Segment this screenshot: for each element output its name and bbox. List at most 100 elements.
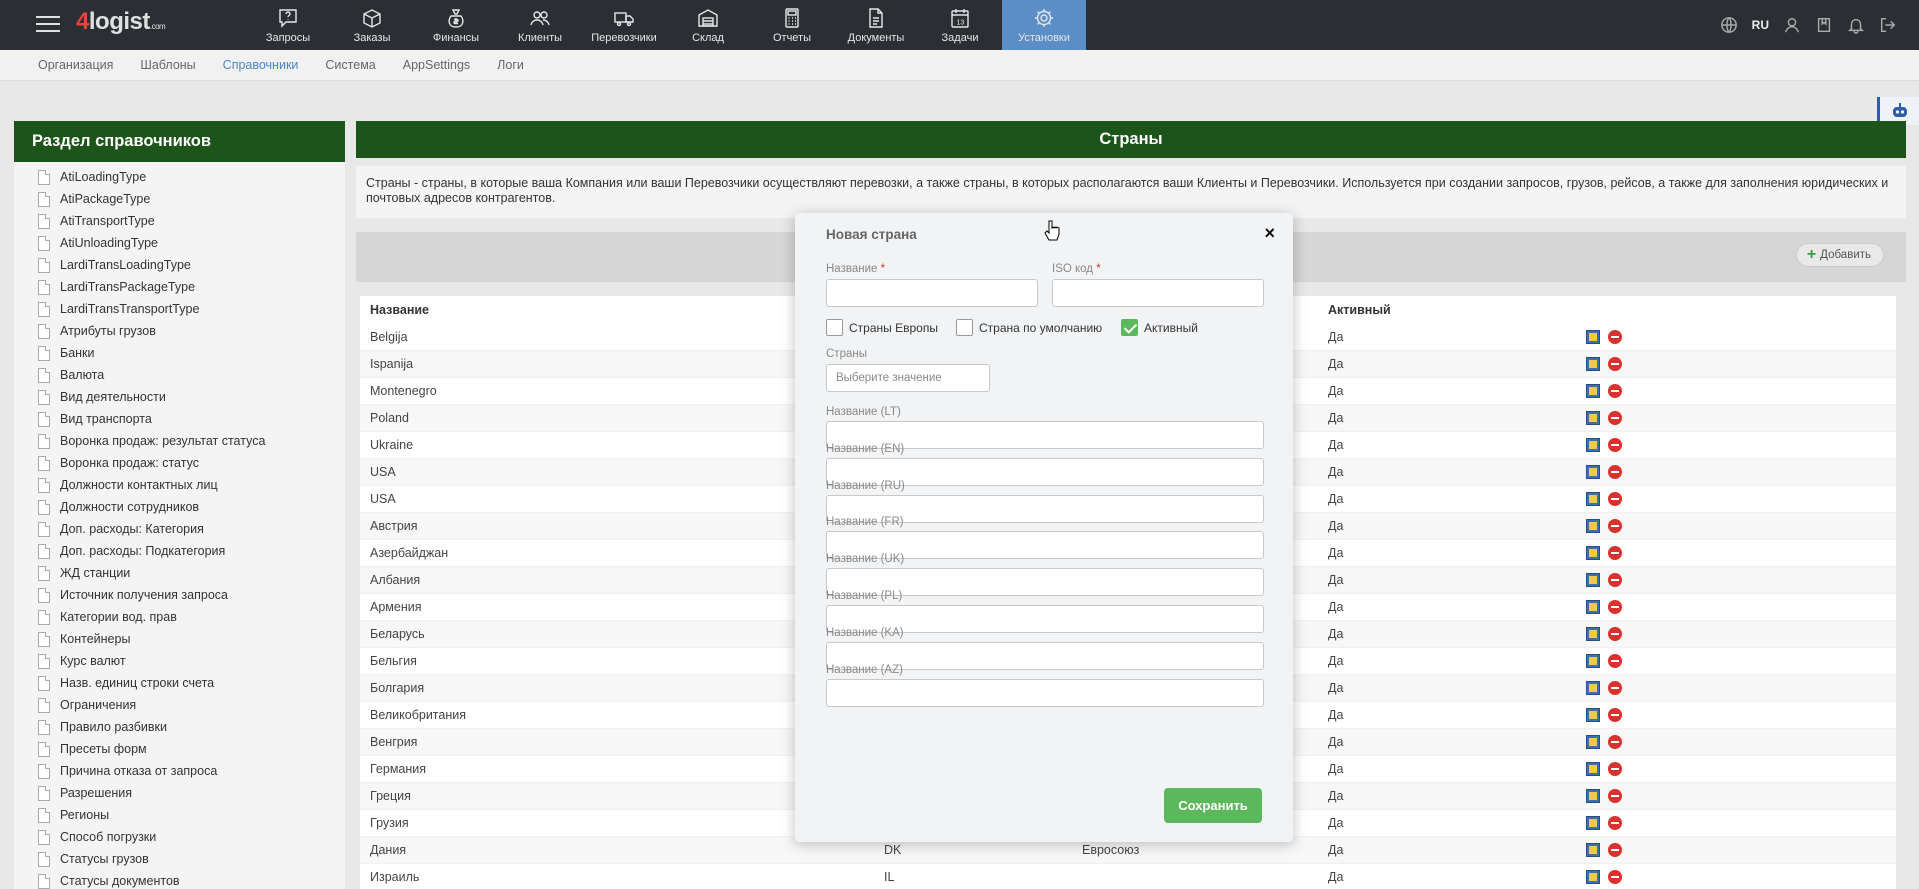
delete-icon[interactable] [1608,519,1622,533]
edit-icon[interactable] [1586,708,1600,722]
nav-item-5[interactable]: Склад [666,0,750,50]
nav-item-9[interactable]: Установки [1002,0,1086,50]
iso-input[interactable] [1052,279,1264,307]
subnav-item-2[interactable]: Справочники [223,58,299,72]
delete-icon[interactable] [1608,384,1622,398]
sidebar-item[interactable]: Назв. единиц строки счета [38,672,345,694]
delete-icon[interactable] [1608,573,1622,587]
edit-icon[interactable] [1586,735,1600,749]
edit-icon[interactable] [1586,357,1600,371]
sidebar-item[interactable]: Категории вод. прав [38,606,345,628]
sidebar-item[interactable]: Банки [38,342,345,364]
name-input[interactable] [826,279,1038,307]
checkbox-box[interactable] [826,319,843,336]
app-logo[interactable]: 4logist.com [76,8,186,50]
edit-icon[interactable] [1586,519,1600,533]
sidebar-item[interactable]: Ограничения [38,694,345,716]
sidebar-item[interactable]: Способ погрузки [38,826,345,848]
edit-icon[interactable] [1586,465,1600,479]
edit-icon[interactable] [1586,573,1600,587]
sidebar-item[interactable]: Должности сотрудников [38,496,345,518]
sidebar-item[interactable]: Атрибуты грузов [38,320,345,342]
edit-icon[interactable] [1586,330,1600,344]
default-country-checkbox[interactable]: Страна по умолчанию [956,319,1102,336]
delete-icon[interactable] [1608,654,1622,668]
edit-icon[interactable] [1586,789,1600,803]
sidebar-item[interactable]: Должности контактных лиц [38,474,345,496]
sidebar-item[interactable]: Пресеты форм [38,738,345,760]
sidebar-item[interactable]: ЖД станции [38,562,345,584]
checkbox-box[interactable] [956,319,973,336]
language-selector[interactable]: RU [1752,18,1769,32]
delete-icon[interactable] [1608,816,1622,830]
col-header-name[interactable]: Название [370,296,429,324]
bell-icon[interactable] [1847,16,1865,34]
sidebar-item[interactable]: Источник получения запроса [38,584,345,606]
nav-item-1[interactable]: Заказы [330,0,414,50]
edit-icon[interactable] [1586,870,1600,884]
sidebar-item[interactable]: Статусы документов [38,870,345,889]
nav-item-8[interactable]: 13 Задачи [918,0,1002,50]
active-checkbox[interactable]: Активный [1121,319,1198,336]
nav-item-4[interactable]: Перевозчики [582,0,666,50]
close-icon[interactable]: × [1264,223,1275,244]
checkbox-checked[interactable] [1121,319,1138,336]
sidebar-item[interactable]: AtiLoadingType [38,166,345,188]
delete-icon[interactable] [1608,789,1622,803]
edit-icon[interactable] [1586,654,1600,668]
subnav-item-1[interactable]: Шаблоны [140,58,195,72]
edit-icon[interactable] [1586,627,1600,641]
delete-icon[interactable] [1608,870,1622,884]
delete-icon[interactable] [1608,708,1622,722]
sidebar-item[interactable]: Причина отказа от запроса [38,760,345,782]
edit-icon[interactable] [1586,492,1600,506]
countries-select[interactable]: Выберите значение [826,364,990,392]
sidebar-item[interactable]: Статусы грузов [38,848,345,870]
edit-icon[interactable] [1586,843,1600,857]
delete-icon[interactable] [1608,681,1622,695]
sidebar-item[interactable]: Доп. расходы: Подкатегория [38,540,345,562]
delete-icon[interactable] [1608,330,1622,344]
sidebar-item[interactable]: AtiUnloadingType [38,232,345,254]
subnav-item-5[interactable]: Логи [497,58,524,72]
sidebar-item[interactable]: Воронка продаж: статус [38,452,345,474]
edit-icon[interactable] [1586,762,1600,776]
delete-icon[interactable] [1608,762,1622,776]
sidebar-item[interactable]: Регионы [38,804,345,826]
sidebar-item[interactable]: LardiTransPackageType [38,276,345,298]
delete-icon[interactable] [1608,357,1622,371]
edit-icon[interactable] [1586,600,1600,614]
save-button[interactable]: Сохранить [1164,788,1262,823]
edit-icon[interactable] [1586,546,1600,560]
edit-icon[interactable] [1586,384,1600,398]
subnav-item-4[interactable]: AppSettings [403,58,470,72]
delete-icon[interactable] [1608,546,1622,560]
delete-icon[interactable] [1608,600,1622,614]
add-button[interactable]: + Добавить [1795,243,1884,267]
menu-icon[interactable] [36,14,60,34]
sidebar-item[interactable]: Разрешения [38,782,345,804]
table-row[interactable]: Израиль IL Да [360,864,1896,889]
bookmark-icon[interactable] [1815,16,1833,34]
sidebar-item[interactable]: LardiTransTransportType [38,298,345,320]
sidebar-item[interactable]: AtiPackageType [38,188,345,210]
nav-item-2[interactable]: Финансы [414,0,498,50]
delete-icon[interactable] [1608,627,1622,641]
nav-item-7[interactable]: Документы [834,0,918,50]
col-header-active[interactable]: Активный [1328,296,1391,324]
subnav-item-3[interactable]: Система [325,58,375,72]
delete-icon[interactable] [1608,843,1622,857]
user-icon[interactable] [1783,16,1801,34]
edit-icon[interactable] [1586,438,1600,452]
sidebar-item[interactable]: Правило разбивки [38,716,345,738]
sidebar-item[interactable]: AtiTransportType [38,210,345,232]
lang-field-input[interactable] [826,678,1264,707]
sidebar-item[interactable]: Вид транспорта [38,408,345,430]
sidebar-item[interactable]: Воронка продаж: результат статуса [38,430,345,452]
delete-icon[interactable] [1608,438,1622,452]
sidebar-item[interactable]: Валюта [38,364,345,386]
logout-icon[interactable] [1879,16,1897,34]
sidebar-item[interactable]: LardiTransLoadingType [38,254,345,276]
delete-icon[interactable] [1608,411,1622,425]
sidebar-item[interactable]: Доп. расходы: Категория [38,518,345,540]
